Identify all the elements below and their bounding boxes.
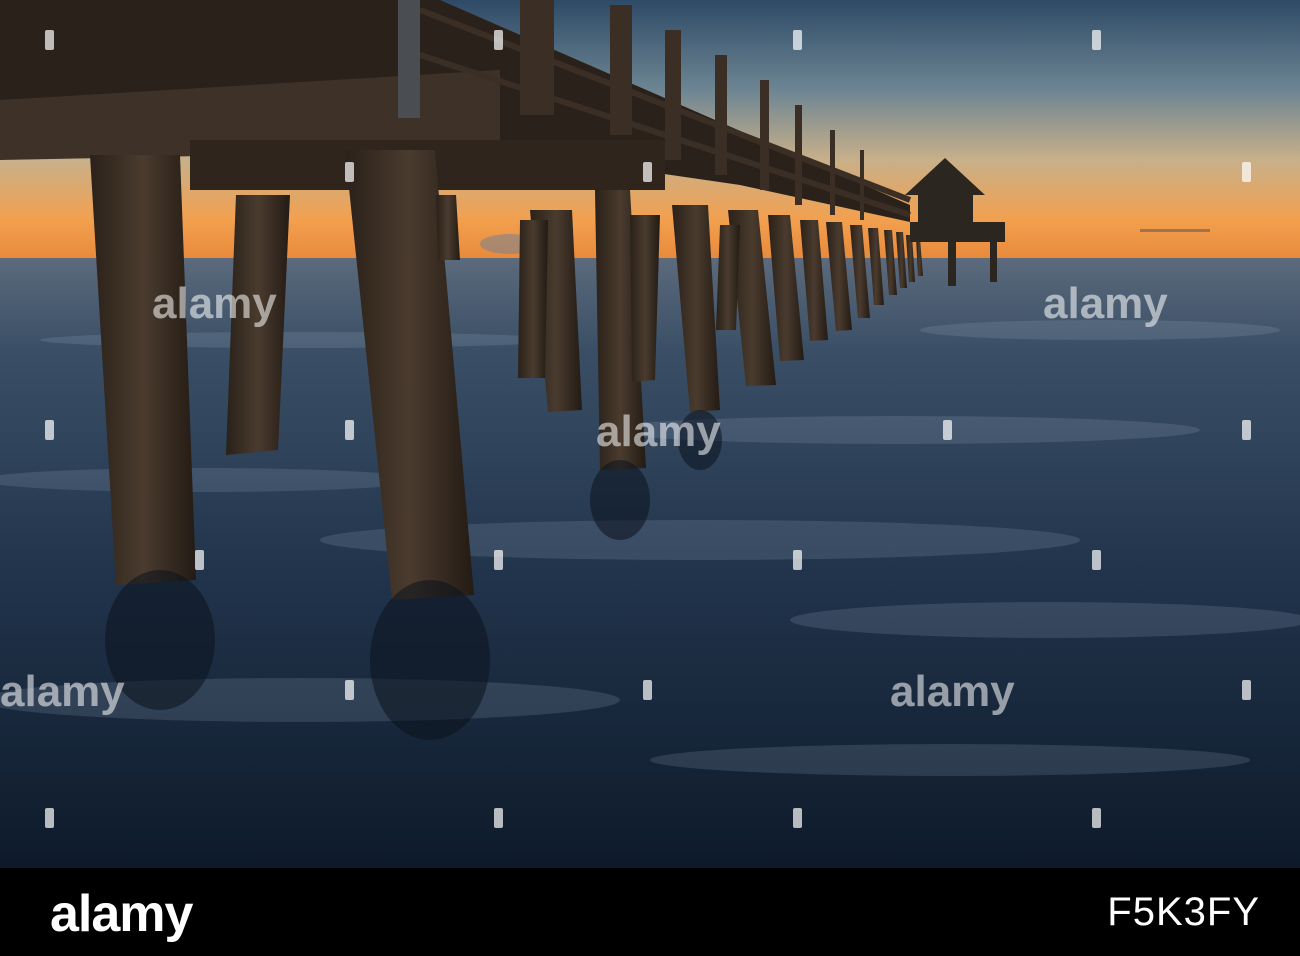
watermark: alamy	[890, 667, 1015, 716]
alamy-logo: alamy	[50, 885, 193, 943]
cloud	[1140, 229, 1210, 232]
watermark: alamy	[1043, 279, 1168, 328]
watermark: alamy	[596, 407, 721, 456]
watermark: alamy	[152, 279, 277, 328]
drain-pipe	[398, 0, 420, 118]
watermark: alamy	[0, 667, 125, 716]
image-id: F5K3FY	[1107, 890, 1260, 934]
pier-photo: alamy alamy alamy alamy alamy	[0, 0, 1300, 868]
footer-bar: alamy F5K3FY	[0, 868, 1300, 956]
